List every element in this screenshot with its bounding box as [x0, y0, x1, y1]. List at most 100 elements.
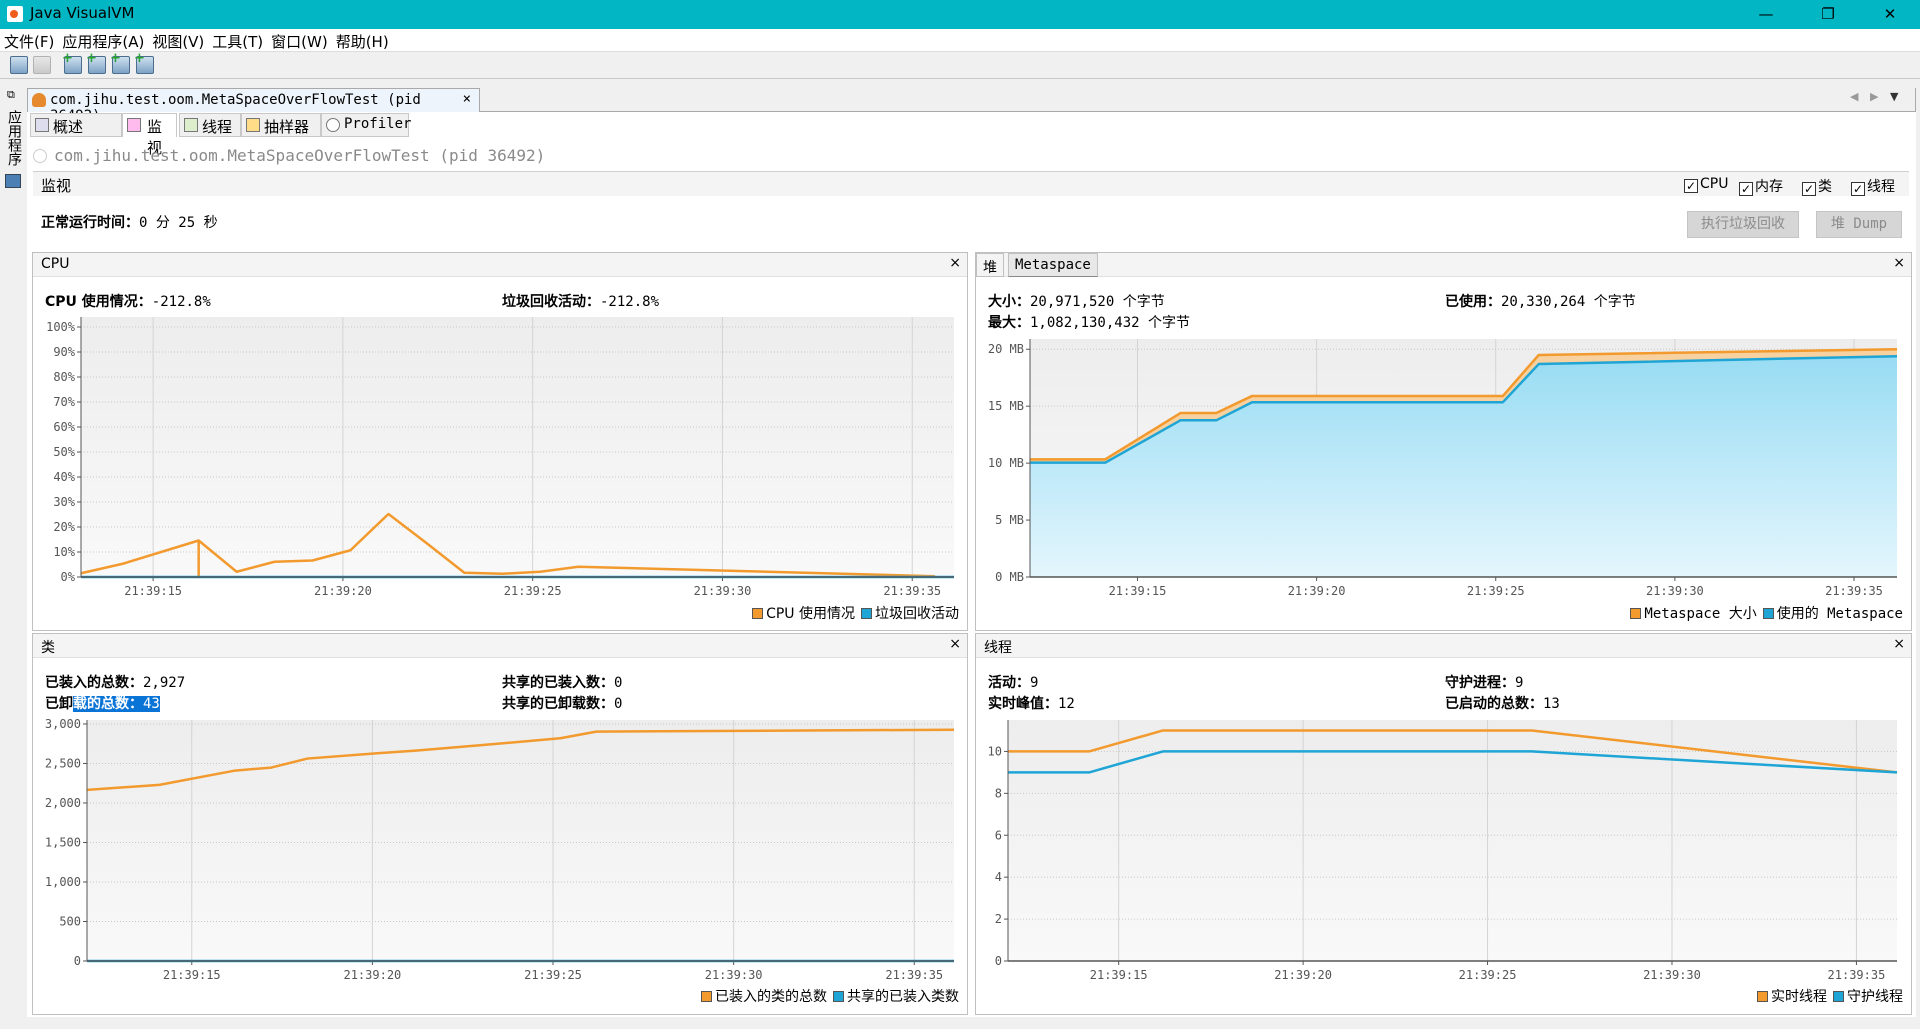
y-tick-label: 1,500: [45, 835, 81, 849]
close-tab-icon[interactable]: ×: [463, 91, 471, 107]
x-tick-label: 21:39:20: [314, 584, 372, 598]
x-tick-label: 21:39:15: [1090, 968, 1148, 982]
legend-label: Metaspace 大小: [1644, 606, 1757, 622]
check-icon: ✓: [1802, 182, 1816, 196]
tab-label: 抽样器: [264, 118, 310, 136]
scroll-right-icon[interactable]: ▶: [1870, 90, 1878, 103]
y-tick-label: 2: [995, 912, 1002, 926]
metaspace-chart: 21:39:15 21:39:20 21:39:25 21:39:30 21:39:35…: [988, 339, 1898, 598]
legend-label: 已装入的类的总数: [715, 989, 827, 1005]
chart-legend: CPU 使用情况 垃圾回收活动: [746, 603, 959, 623]
checkbox-cpu[interactable]: ✓ CPU: [1684, 176, 1728, 193]
y-tick-label: 80%: [53, 370, 75, 384]
y-tick-label: 50%: [53, 445, 75, 459]
checkbox-threads[interactable]: ✓ 线程: [1851, 176, 1895, 196]
tab-sampler[interactable]: 抽样器: [241, 113, 321, 137]
window-title: Java VisualVM: [30, 4, 135, 22]
legend-label: 使用的 Metaspace: [1776, 606, 1903, 622]
scroll-left-icon[interactable]: ◀: [1850, 90, 1858, 103]
add-jmx-connection-icon[interactable]: [86, 51, 106, 74]
threads-chart: 21:39:15 21:39:20 21:39:25 21:39:30 21:39:35…: [988, 720, 1898, 982]
minimize-button[interactable]: —: [1743, 0, 1789, 29]
tab-threads[interactable]: 线程: [179, 113, 241, 137]
y-tick-label: 10%: [53, 545, 75, 559]
classes-panel: 类 × 已装入的总数：2,927 已卸载的总数：43 共享的已装入数：0 共享的已…: [32, 633, 968, 1015]
y-tick-label: 1,000: [45, 875, 81, 889]
x-tick-label: 21:39:30: [1646, 584, 1704, 598]
save-icon[interactable]: [33, 56, 51, 74]
maximize-button[interactable]: ❐: [1805, 0, 1851, 29]
checkbox-label: CPU: [1700, 176, 1729, 192]
y-tick-label: 70%: [53, 395, 75, 409]
uptime-value: 0 分 25 秒: [139, 215, 218, 231]
menu-tools[interactable]: 工具(T): [208, 29, 267, 52]
tab-label: 线程: [202, 118, 233, 136]
add-snapshot-icon[interactable]: [110, 51, 130, 74]
x-tick-label: 21:39:30: [694, 584, 752, 598]
checkbox-label: 类: [1818, 179, 1832, 195]
monitor-title: 监视: [41, 177, 72, 195]
menu-view[interactable]: 视图(V): [148, 29, 208, 52]
checkbox-memory[interactable]: ✓ 内存: [1739, 176, 1783, 196]
tab-overview[interactable]: 概述: [30, 113, 122, 137]
chart-legend: 已装入的类的总数 共享的已装入类数: [695, 986, 959, 1006]
x-tick-label: 21:39:35: [1828, 968, 1886, 982]
tab-profiler[interactable]: Profiler: [321, 113, 412, 137]
threads-panel: 线程 × 活动：9 实时峰值：12 守护进程：9 已启动的总数：13 21:39:…: [975, 633, 1912, 1015]
x-tick-label: 21:39:20: [343, 968, 401, 982]
uptime-label: 正常运行时间：: [41, 215, 139, 231]
document-tab[interactable]: com.jihu.test.oom.MetaSpaceOverFlowTest …: [27, 88, 480, 124]
tab-label: 概述: [53, 118, 84, 136]
legend-label: 垃圾回收活动: [875, 606, 959, 622]
menu-window[interactable]: 窗口(W): [267, 29, 332, 52]
x-tick-label: 21:39:20: [1288, 584, 1346, 598]
applications-side-tab[interactable]: 应用程序: [4, 110, 24, 166]
y-tick-label: 10: [988, 744, 1002, 758]
perform-gc-button[interactable]: 执行垃圾回收: [1687, 211, 1799, 238]
x-tick-label: 21:39:25: [524, 968, 582, 982]
legend-swatch: [1630, 608, 1642, 619]
computer-icon[interactable]: [5, 174, 21, 188]
add-remote-host-icon[interactable]: [62, 51, 82, 74]
open-icon[interactable]: [10, 56, 28, 74]
app-status-icon: [33, 149, 47, 163]
y-tick-label: 4: [995, 870, 1002, 884]
menu-help[interactable]: 帮助(H): [332, 29, 393, 52]
menu-file[interactable]: 文件(F): [0, 29, 58, 52]
chart-legend: Metaspace 大小 使用的 Metaspace: [1624, 603, 1903, 623]
y-tick-label: 0 MB: [995, 570, 1024, 584]
plot-area: [81, 317, 954, 577]
app-name: com.jihu.test.oom.MetaSpaceOverFlowTest: [54, 146, 430, 165]
legend-label: 实时线程: [1771, 989, 1827, 1005]
x-tick-label: 21:39:35: [885, 968, 943, 982]
legend-label: 守护线程: [1847, 989, 1903, 1005]
y-tick-label: 60%: [53, 420, 75, 434]
y-tick-label: 500: [59, 914, 81, 928]
app-heading: com.jihu.test.oom.MetaSpaceOverFlowTest …: [54, 146, 545, 165]
x-tick-label: 21:39:30: [1643, 968, 1701, 982]
heap-dump-button[interactable]: 堆 Dump: [1816, 211, 1902, 238]
tab-list-dropdown-icon[interactable]: ▼: [1890, 90, 1898, 103]
y-tick-label: 20%: [53, 520, 75, 534]
x-tick-label: 21:39:25: [1459, 968, 1517, 982]
y-tick-label: 0: [74, 954, 81, 968]
sampler-icon: [246, 118, 260, 132]
legend-swatch: [1833, 991, 1844, 1002]
add-core-dump-icon[interactable]: [134, 51, 154, 74]
check-icon: ✓: [1739, 182, 1753, 196]
java-app-icon: [32, 93, 46, 107]
legend-swatch: [833, 991, 844, 1002]
tab-monitor[interactable]: 监视: [122, 113, 177, 157]
restore-window-icon[interactable]: ⧉: [7, 88, 15, 102]
close-button[interactable]: ✕: [1867, 0, 1913, 29]
legend-swatch: [1762, 608, 1774, 619]
tab-label: Profiler: [344, 116, 412, 132]
checkbox-classes[interactable]: ✓ 类: [1802, 176, 1832, 196]
menu-bar: 文件(F) 应用程序(A) 视图(V) 工具(T) 窗口(W) 帮助(H): [0, 29, 1920, 52]
threads-icon: [184, 118, 198, 132]
x-tick-label: 21:39:15: [1109, 584, 1167, 598]
x-tick-label: 21:39:35: [883, 584, 941, 598]
menu-application[interactable]: 应用程序(A): [58, 29, 148, 52]
app-pid: (pid 36492): [439, 146, 546, 165]
x-tick-label: 21:39:25: [1467, 584, 1525, 598]
